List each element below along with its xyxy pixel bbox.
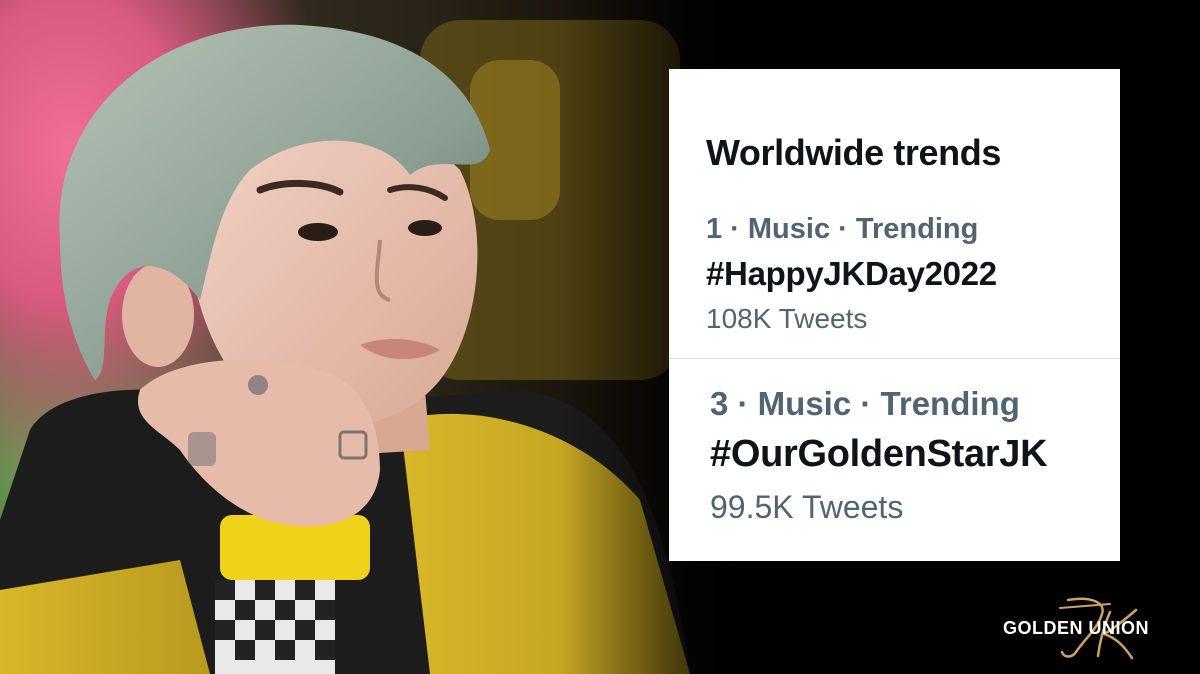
image-canvas: Worldwide trends 1 · Music · Trending #H… [0,0,1200,674]
portrait-photo [0,0,760,674]
portrait-illustration [0,0,760,674]
trend-tweet-count: 99.5K Tweets [710,489,904,525]
watermark-text: GOLDEN UNION [1003,618,1150,638]
trend-item[interactable]: 3 · Music · Trending #OurGoldenStarJK 99… [669,359,1120,561]
worldwide-trends-card: Worldwide trends 1 · Music · Trending #H… [669,69,1120,561]
golden-union-logo: GOLDEN UNION [998,594,1173,662]
card-title: Worldwide trends [706,132,1001,173]
trend-meta: 1 · Music · Trending [706,213,979,245]
trend-tweet-count: 108K Tweets [706,303,868,334]
trend-hashtag[interactable]: #OurGoldenStarJK [710,433,1048,476]
checker-sleeve [215,580,335,674]
trend-item[interactable]: 1 · Music · Trending #HappyJKDay2022 108… [669,189,1120,359]
trend-meta: 3 · Music · Trending [710,385,1020,422]
trend-hashtag[interactable]: #HappyJKDay2022 [706,255,997,293]
